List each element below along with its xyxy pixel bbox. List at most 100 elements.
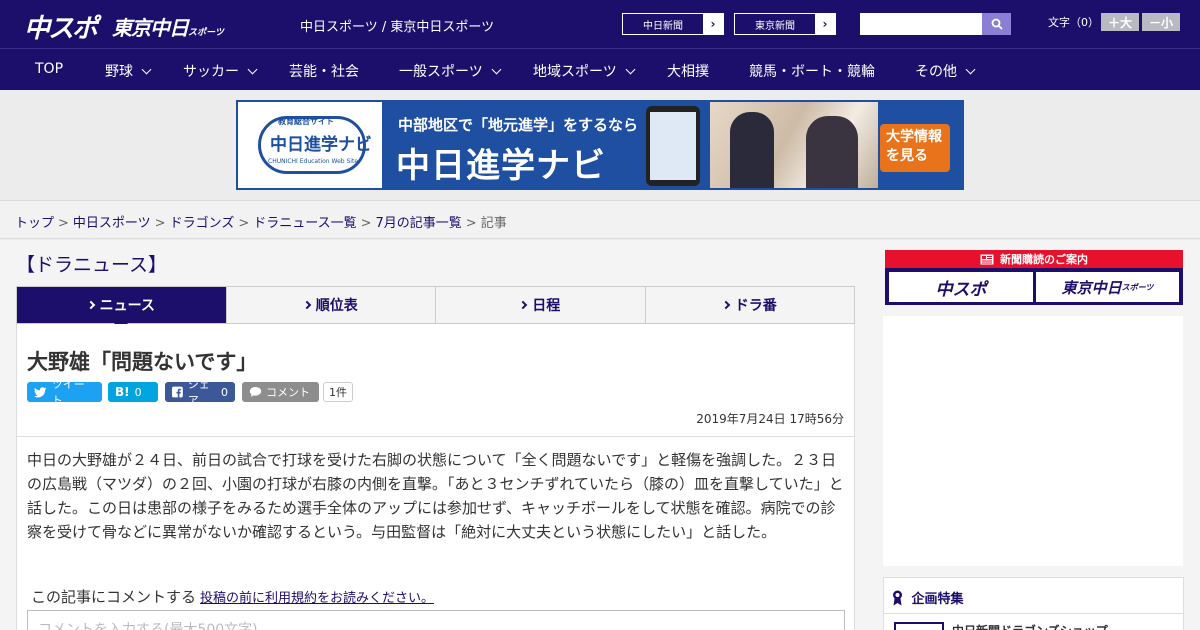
chevron-right-icon [86, 300, 95, 310]
chevron-right-icon [721, 300, 730, 310]
chunichi-shimbun-link[interactable]: 中日新聞 › [622, 13, 724, 35]
hatena-button[interactable]: B! 0 [108, 382, 158, 402]
nav-label: 競馬・ボート・競輪 [749, 64, 875, 80]
tab-news[interactable]: ニュース [17, 287, 226, 331]
comment-prompt-text: この記事にコメントする [31, 588, 197, 606]
comment-prompt: この記事にコメントする 投稿の前に利用規約をお読みください。 [31, 586, 434, 607]
sidebar-ad-slot [883, 316, 1183, 566]
nav-item-top[interactable]: TOP [35, 61, 63, 77]
tweet-button[interactable]: ツイート [27, 378, 102, 407]
tokyo-logo-sub: スポーツ [188, 28, 224, 38]
top-header: 中スポ 東京中日スポーツ 中日スポーツ / 東京中日スポーツ 中日新聞 › 東京… [0, 0, 1200, 48]
font-size-label: 文字（0） [1048, 16, 1099, 29]
banner-title: 中日進学ナビ [396, 146, 606, 186]
nav-label: 野球 [105, 64, 133, 80]
font-smaller-button[interactable]: －小 [1142, 13, 1180, 31]
chunichi-link-label: 中日新聞 [643, 20, 683, 32]
search-input[interactable] [860, 13, 982, 35]
breadcrumb-link[interactable]: トップ [15, 216, 54, 231]
comment-label: コメント [266, 386, 310, 399]
facebook-share-button[interactable]: シェア 0 [165, 378, 235, 407]
search-icon [991, 18, 1003, 30]
phone-screen [650, 112, 696, 180]
feature-thumbnail[interactable] [894, 622, 944, 630]
nav-item-sumo[interactable]: 大相撲 [667, 61, 709, 81]
newspaper-icon [980, 254, 994, 264]
tokyo-link-label: 東京新聞 [755, 20, 795, 32]
nav-item-entertainment[interactable]: 芸能・社会 [289, 61, 359, 81]
nav-label: 地域スポーツ [533, 64, 617, 80]
chevron-right-icon [302, 300, 311, 310]
tokyo-logo-text: 東京中日 [112, 16, 189, 40]
chusupo-subscribe-link[interactable]: 中スポ [889, 272, 1033, 302]
student-figure [730, 112, 774, 188]
breadcrumb-bar: トップ > 中日スポーツ > ドラゴンズ > ドラニュース一覧 >7月の記事一覧 > 記事 [0, 200, 1200, 239]
banner-logo-name: 中日進学ナビ [270, 135, 372, 155]
chevron-down-icon [625, 64, 636, 75]
subscription-banner[interactable]: 新聞購読のご案内 中スポ 東京中日 スポーツ [885, 250, 1183, 305]
nav-label: サッカー [183, 64, 239, 80]
tab-reporter[interactable]: ドラ番 [644, 287, 855, 323]
cta-line: 大学情報 [886, 129, 942, 145]
breadcrumb-link[interactable]: ドラニュース一覧 [253, 216, 356, 231]
feature-title: 企画特集 [911, 592, 964, 607]
chusupo-logo[interactable]: 中スポ [24, 8, 98, 45]
chevron-down-icon [965, 64, 976, 75]
cta-line: を見る [886, 147, 928, 164]
feature-item-link[interactable]: 中日新聞ドラゴンズショップ [952, 622, 1108, 630]
font-larger-button[interactable]: ＋大 [1101, 13, 1139, 31]
banner-logo-top: 教育総合サイト [278, 117, 334, 126]
breadcrumb: トップ > 中日スポーツ > ドラゴンズ > ドラニュース一覧 >7月の記事一覧 > 記事 [15, 212, 507, 231]
nav-label: 一般スポーツ [399, 64, 483, 80]
feature-divider [884, 613, 1183, 614]
students-photo [710, 102, 878, 188]
nav-item-racing[interactable]: 競馬・ボート・競輪 [749, 61, 875, 81]
feature-section: 企画特集 中日新聞ドラゴンズショップ [883, 577, 1184, 630]
breadcrumb-link[interactable]: 7月の記事一覧 [376, 216, 462, 231]
article: 大野雄「問題ないです」 ツイート B! 0 シェア 0 コメント 1件 2019… [16, 324, 855, 630]
comment-textarea[interactable]: コメントを入力する(最大500文字) [27, 610, 845, 630]
nav-item-soccer[interactable]: サッカー [183, 61, 258, 81]
breadcrumb-link[interactable]: 中日スポーツ [73, 216, 151, 231]
chevron-down-icon [247, 64, 258, 75]
comment-count-badge[interactable]: 1件 [323, 382, 353, 402]
tokyo-chunichi-logo[interactable]: 東京中日スポーツ [112, 12, 224, 41]
ad-banner[interactable]: 教育総合サイト 中日進学ナビ CHUNICHI Education Web Si… [236, 100, 964, 190]
article-headline: 大野雄「問題ないです」 [27, 350, 258, 374]
banner-cta[interactable]: 大学情報 を見る [880, 124, 950, 172]
tab-label: 順位表 [315, 298, 358, 314]
nav-label: 大相撲 [667, 64, 709, 80]
tokyo-subscribe-link[interactable]: 東京中日 スポーツ [1036, 272, 1179, 302]
nav-item-baseball[interactable]: 野球 [105, 61, 152, 81]
tab-standings[interactable]: 順位表 [225, 287, 436, 323]
breadcrumb-current: 記事 [480, 216, 507, 231]
terms-link[interactable]: 投稿の前に利用規約をお読みください。 [200, 591, 434, 606]
nav-label: その他 [915, 64, 957, 80]
article-body: 中日の大野雄が２４日、前日の試合で打球を受けた右脚の状態について「全く問題ないで… [27, 451, 844, 541]
nav-item-general-sports[interactable]: 一般スポーツ [399, 61, 502, 81]
nav-item-local-sports[interactable]: 地域スポーツ [533, 61, 636, 81]
chevron-right-icon [519, 300, 528, 310]
facebook-icon [172, 386, 183, 398]
nav-label: TOP [35, 61, 64, 77]
nav-label: 芸能・社会 [289, 64, 359, 80]
tab-schedule[interactable]: 日程 [435, 287, 645, 323]
share-count: 0 [221, 385, 228, 399]
search-button[interactable] [982, 13, 1011, 35]
nav-item-other[interactable]: その他 [915, 61, 976, 81]
ribbon-icon [893, 590, 902, 606]
share-label: シェア [187, 378, 210, 407]
chevron-down-icon [141, 64, 152, 75]
tokyo-shimbun-link[interactable]: 東京新聞 › [734, 13, 836, 35]
comment-button[interactable]: コメント [242, 382, 319, 402]
banner-logo-en: CHUNICHI Education Web Site [268, 158, 359, 165]
hatena-count: 0 [134, 385, 142, 399]
banner-subtitle: 中部地区で「地元進学」をするなら [398, 116, 639, 134]
speech-bubble-icon [249, 387, 262, 397]
breadcrumb-link[interactable]: ドラゴンズ [170, 216, 235, 231]
breadcrumb-separator: > [465, 216, 477, 231]
subscription-header: 新聞購読のご案内 [885, 250, 1183, 268]
banner-logo: 教育総合サイト 中日進学ナビ CHUNICHI Education Web Si… [238, 102, 382, 188]
section-title: 【ドラニュース】 [16, 254, 168, 276]
article-date: 2019年7月24日 17時56分 [696, 412, 844, 426]
